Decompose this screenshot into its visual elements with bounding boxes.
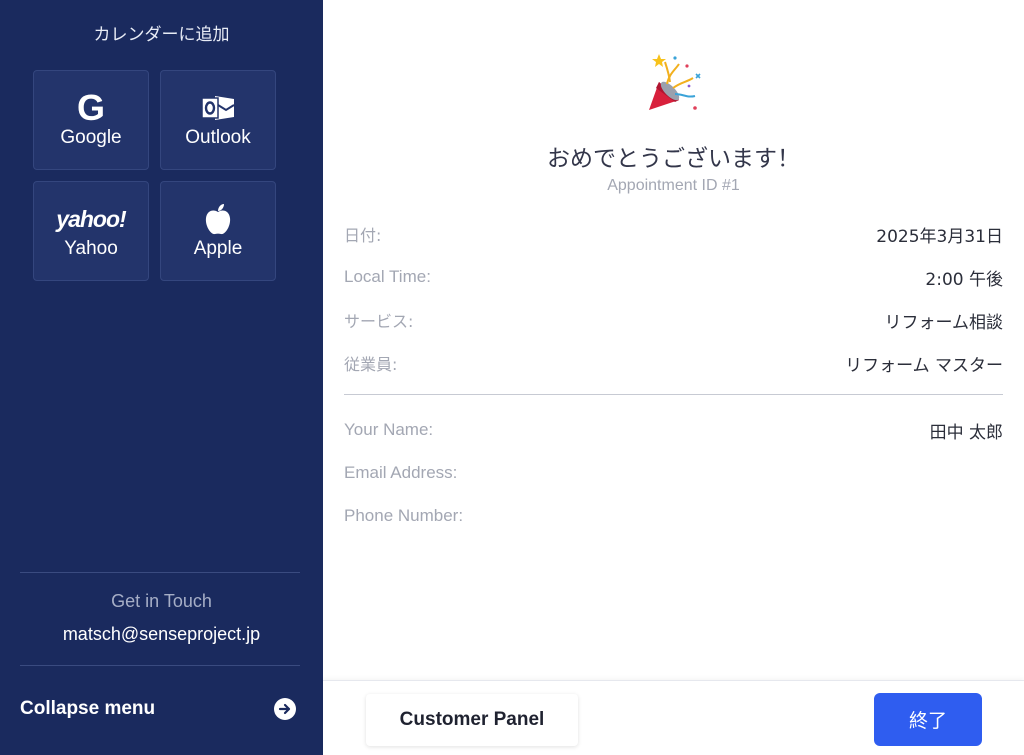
contact-email-link[interactable]: matsch@senseproject.jp <box>0 624 323 645</box>
apple-calendar-button[interactable]: Apple <box>160 181 276 281</box>
arrow-right-icon <box>274 698 296 720</box>
apple-icon <box>205 204 231 235</box>
detail-row-local-time: Local Time: 2:00 午後 <box>344 265 1003 290</box>
detail-value: 2025年3月31日 <box>876 226 1003 247</box>
detail-row-staff: 従業員: リフォーム マスター <box>344 351 1003 376</box>
yahoo-label: Yahoo <box>64 238 118 259</box>
detail-label: サービス: <box>344 312 414 331</box>
footer-bar: Customer Panel 終了 <box>323 680 1024 755</box>
google-calendar-button[interactable]: G Google <box>33 70 149 170</box>
customer-label: Phone Number: <box>344 506 464 525</box>
detail-value: 2:00 午後 <box>925 269 1003 290</box>
sidebar-divider <box>20 572 300 573</box>
sidebar: カレンダーに追加 G Google Outlook yahoo! Yahoo A… <box>0 0 323 755</box>
customer-label: Your Name: <box>344 420 434 439</box>
sidebar-divider <box>20 665 300 666</box>
customer-value: 田中 太郎 <box>929 422 1003 443</box>
outlook-label: Outlook <box>185 127 251 148</box>
outlook-calendar-button[interactable]: Outlook <box>160 70 276 170</box>
customer-panel-button[interactable]: Customer Panel <box>366 694 578 746</box>
detail-row-service: サービス: リフォーム相談 <box>344 308 1004 333</box>
details-divider <box>344 394 1003 395</box>
detail-label: Local Time: <box>344 267 431 286</box>
detail-label: 日付: <box>344 226 382 245</box>
customer-row-email: Email Address: <box>344 461 1003 485</box>
congratulations-heading: おめでとうございます！ <box>547 146 800 172</box>
yahoo-icon: yahoo! <box>56 205 126 232</box>
google-icon: G <box>76 87 105 128</box>
add-to-calendar-title: カレンダーに追加 <box>93 25 230 45</box>
get-in-touch-heading: Get in Touch <box>111 591 212 611</box>
customer-label: Email Address: <box>344 463 458 482</box>
detail-value: リフォーム相談 <box>884 312 1004 333</box>
yahoo-calendar-button[interactable]: yahoo! Yahoo <box>33 181 149 281</box>
detail-row-date: 日付: 2025年3月31日 <box>344 222 1003 247</box>
party-popper-icon <box>649 54 701 110</box>
detail-value: リフォーム マスター <box>845 355 1003 376</box>
collapse-menu-label: Collapse menu <box>20 698 156 719</box>
collapse-menu-button[interactable]: Collapse menu <box>20 696 300 722</box>
customer-row-name: Your Name: 田中 太郎 <box>344 418 1003 443</box>
outlook-icon <box>201 96 235 120</box>
apple-label: Apple <box>193 238 243 259</box>
confirmation-panel: おめでとうございます！ Appointment ID #1 日付: 2025年3… <box>323 0 1024 680</box>
customer-row-phone: Phone Number: <box>344 504 1003 528</box>
google-label: Google <box>60 127 122 148</box>
appointment-id: Appointment ID #1 <box>607 177 740 194</box>
finish-button[interactable]: 終了 <box>874 693 982 746</box>
detail-label: 従業員: <box>344 355 398 374</box>
